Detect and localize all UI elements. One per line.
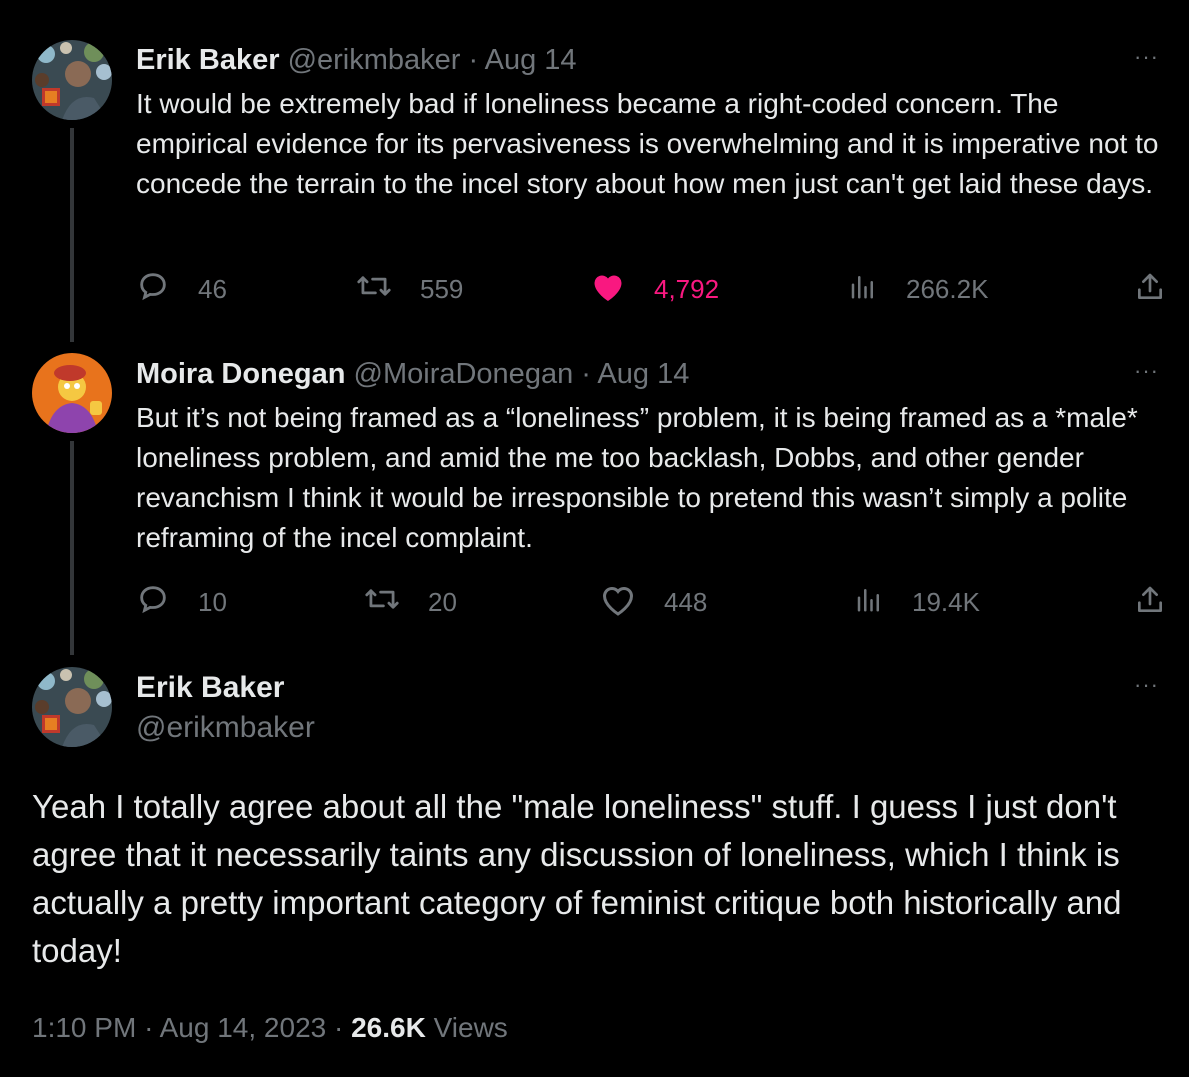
tweet-text: It would be extremely bad if loneliness … <box>136 88 1159 199</box>
reply-icon <box>136 582 198 623</box>
tweet-time[interactable]: 1:10 PM <box>32 1012 136 1043</box>
more-icon[interactable]: ··· <box>1134 358 1159 384</box>
more-icon[interactable]: ··· <box>1134 672 1159 698</box>
separator: · <box>334 1012 344 1043</box>
tweet-text: Yeah I totally agree about all the "male… <box>32 788 1122 969</box>
avatar[interactable] <box>32 667 112 747</box>
like-button[interactable]: 448 <box>600 582 707 622</box>
views-button[interactable]: 19.4K <box>854 582 980 622</box>
reply-button[interactable]: 46 <box>136 269 227 309</box>
share-icon <box>1134 584 1166 621</box>
author-handle[interactable]: @MoiraDonegan <box>354 358 574 390</box>
avatar[interactable] <box>32 353 112 433</box>
thread-connector <box>70 441 74 655</box>
like-count: 448 <box>664 586 708 617</box>
views-count: 19.4K <box>912 586 980 617</box>
avatar[interactable] <box>32 40 112 120</box>
tweet-header: Moira Donegan @MoiraDonegan · Aug 14 <box>136 356 689 392</box>
views-count: 266.2K <box>906 273 989 304</box>
views-count[interactable]: 26.6K <box>351 1012 426 1043</box>
retweet-button[interactable]: 559 <box>356 269 463 309</box>
author-handle[interactable]: @erikmbaker <box>288 44 461 76</box>
views-icon <box>848 271 906 308</box>
retweet-count: 559 <box>420 273 464 304</box>
separator: · <box>581 358 591 390</box>
more-icon[interactable]: ··· <box>1134 44 1159 70</box>
reply-count: 10 <box>198 586 227 617</box>
like-count: 4,792 <box>654 273 720 304</box>
reply-button[interactable]: 10 <box>136 582 227 622</box>
views-label: Views <box>433 1012 508 1043</box>
views-button[interactable]: 266.2K <box>848 269 988 309</box>
tweet-actions: 46 559 4,792 266.2K <box>136 269 1166 309</box>
like-button[interactable]: 4,792 <box>590 269 719 309</box>
retweet-icon <box>356 269 420 310</box>
separator: · <box>468 44 479 76</box>
share-button[interactable] <box>1134 269 1166 309</box>
like-icon <box>590 269 654 310</box>
separator: · <box>144 1012 154 1043</box>
tweet-meta: 1:10 PM · Aug 14, 2023 · 26.6K Views <box>32 1008 508 1048</box>
tweet-date[interactable]: Aug 14 <box>485 44 577 76</box>
retweet-count: 20 <box>428 586 457 617</box>
tweet-actions: 10 20 448 19.4K <box>136 582 1166 622</box>
views-icon <box>854 584 912 621</box>
retweet-icon <box>364 582 428 623</box>
reply-icon <box>136 269 198 310</box>
share-button[interactable] <box>1134 582 1166 622</box>
share-icon <box>1134 271 1166 308</box>
tweet-date[interactable]: Aug 14 <box>597 358 689 390</box>
author-name[interactable]: Erik Baker <box>136 44 280 76</box>
retweet-button[interactable]: 20 <box>364 582 457 622</box>
reply-count: 46 <box>198 273 227 304</box>
tweet-header: Erik Baker @erikmbaker · Aug 14 <box>136 42 577 78</box>
author-name[interactable]: Moira Donegan <box>136 358 345 390</box>
author-name[interactable]: Erik Baker <box>136 668 284 708</box>
tweet-text: But it’s not being framed as a “loneline… <box>136 402 1138 553</box>
author-handle[interactable]: @erikmbaker <box>136 708 315 748</box>
thread-connector <box>70 128 74 342</box>
like-icon <box>600 582 664 623</box>
tweet-date[interactable]: Aug 14, 2023 <box>160 1012 327 1043</box>
